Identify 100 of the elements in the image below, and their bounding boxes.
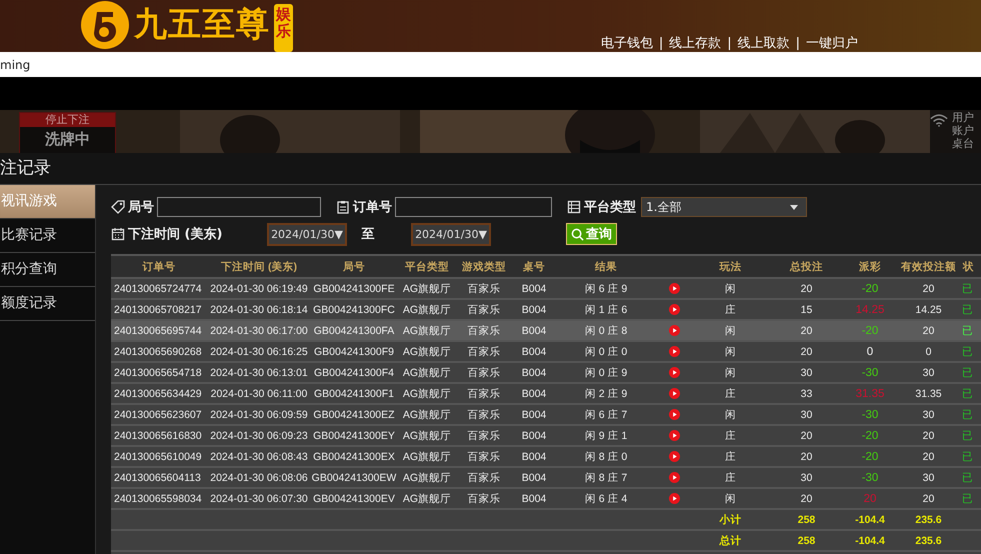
table-cell: -30 xyxy=(845,362,895,383)
table-cell: AG旗舰厅 xyxy=(397,362,457,383)
table-cell: 百家乐 xyxy=(457,488,511,509)
table-cell: 2024-01-30 06:19:49 xyxy=(207,278,311,299)
column-header: 下注时间 (美东) xyxy=(207,255,311,278)
sidebar-item[interactable]: 额度记录 xyxy=(0,287,95,321)
play-icon[interactable] xyxy=(668,388,680,399)
status-cell: 已 xyxy=(962,488,981,509)
table-cell: 20 xyxy=(768,278,845,299)
table-cell: 百家乐 xyxy=(457,446,511,467)
nav-link[interactable]: 电子钱包 xyxy=(600,36,653,52)
table-cell: GB004241300EW xyxy=(311,467,397,488)
table-cell: 15 xyxy=(768,299,845,320)
column-header: 玩法 xyxy=(693,255,768,278)
table-cell: 百家乐 xyxy=(457,278,511,299)
table-cell: AG旗舰厅 xyxy=(397,320,457,341)
table-cell: -20 xyxy=(845,320,895,341)
caret-icon xyxy=(790,204,798,210)
table-cell: B004 xyxy=(511,488,557,509)
table-cell: 2024-01-30 06:07:30 xyxy=(207,488,311,509)
tag-icon xyxy=(111,200,125,214)
shuffle-status: 洗牌中 xyxy=(44,129,91,150)
table-cell: AG旗舰厅 xyxy=(397,341,457,362)
table-cell: AG旗舰厅 xyxy=(397,383,457,404)
play-icon[interactable] xyxy=(668,325,680,336)
table-cell: 百家乐 xyxy=(457,425,511,446)
table-cell: 2024-01-30 06:17:00 xyxy=(207,320,311,341)
column-header: 总投注 xyxy=(768,255,845,278)
nav-link[interactable]: 一键归户 xyxy=(806,36,858,52)
table-cell: GB004241300EV xyxy=(311,488,397,509)
table-cell: 20 xyxy=(768,446,845,467)
table-cell: 百家乐 xyxy=(457,467,511,488)
play-icon[interactable] xyxy=(668,304,680,315)
table-cell: -30 xyxy=(845,404,895,425)
order-label: 订单号 xyxy=(353,199,392,216)
table-cell: 闲 6 庄 4 xyxy=(557,488,655,509)
column-header: 游戏类型 xyxy=(457,255,511,278)
status-cell: 已 xyxy=(962,341,981,362)
table-cell: 31.35 xyxy=(895,383,962,404)
column-header: 桌号 xyxy=(511,255,557,278)
table-cell: 百家乐 xyxy=(457,299,511,320)
brand-tag: 娱乐 xyxy=(274,4,293,52)
status-cell: 已 xyxy=(962,425,981,446)
table-cell: AG旗舰厅 xyxy=(397,425,457,446)
table-cell: 闲 6 庄 9 xyxy=(557,278,655,299)
table-cell: 闲 2 庄 9 xyxy=(557,383,655,404)
table-cell: 30 xyxy=(895,404,962,425)
round-input[interactable] xyxy=(157,197,321,217)
table-cell: 闲 xyxy=(693,362,768,383)
table-cell: 百家乐 xyxy=(457,383,511,404)
table-cell: AG旗舰厅 xyxy=(397,278,457,299)
nav-link[interactable]: 线上存款 xyxy=(669,36,722,52)
table-cell: B004 xyxy=(511,446,557,467)
table-cell: AG旗舰厅 xyxy=(397,404,457,425)
round-label: 局号 xyxy=(128,199,154,216)
table-cell: 240130065695744 xyxy=(111,320,207,341)
nav-link[interactable]: 线上取款 xyxy=(738,36,790,52)
play-icon[interactable] xyxy=(668,367,680,378)
table-cell: GB004241300FA xyxy=(311,320,397,341)
table-cell: GB004241300EZ xyxy=(311,404,397,425)
column-header: 有效投注额 xyxy=(895,255,962,278)
table-cell: 240130065616830 xyxy=(111,425,207,446)
table-cell: 闲 0 庄 8 xyxy=(557,320,655,341)
table-cell: B004 xyxy=(511,362,557,383)
to-label: 至 xyxy=(360,226,376,243)
status-cell: 已 xyxy=(962,446,981,467)
table-cell: 闲 xyxy=(693,488,768,509)
end-date-picker[interactable]: 2024/01/30▼ xyxy=(411,222,491,246)
play-icon[interactable] xyxy=(668,346,680,357)
sidebar-item[interactable]: 积分查询 xyxy=(0,253,95,287)
play-icon[interactable] xyxy=(668,283,680,294)
table-cell: 30 xyxy=(768,404,845,425)
table-cell: 闲 0 庄 0 xyxy=(557,341,655,362)
platform-select[interactable]: 1.全部 xyxy=(641,197,807,217)
total-cell: 235.6 xyxy=(895,530,962,551)
table-cell: AG旗舰厅 xyxy=(397,299,457,320)
table-cell: 2024-01-30 06:08:06 xyxy=(207,467,311,488)
order-input[interactable] xyxy=(395,197,552,217)
play-icon[interactable] xyxy=(668,451,680,462)
address-bar[interactable]: ming xyxy=(0,52,981,77)
table-cell: -20 xyxy=(845,425,895,446)
table-cell: 闲 xyxy=(693,404,768,425)
nav-separator: | xyxy=(796,36,800,52)
platform-label: 平台类型 xyxy=(584,199,636,216)
table-cell: 庄 xyxy=(693,446,768,467)
sidebar-item[interactable]: 比赛记录 xyxy=(0,219,95,253)
table-cell: 30 xyxy=(895,362,962,383)
table-cell: 0 xyxy=(845,341,895,362)
start-date-picker[interactable]: 2024/01/30▼ xyxy=(267,222,347,246)
status-cell: 已 xyxy=(962,362,981,383)
total-cell: 258 xyxy=(768,509,845,530)
search-icon xyxy=(571,228,584,240)
table-cell: B004 xyxy=(511,278,557,299)
play-icon[interactable] xyxy=(668,409,680,420)
table-cell: B004 xyxy=(511,383,557,404)
table-cell: 30 xyxy=(895,467,962,488)
status-cell: 已 xyxy=(962,383,981,404)
play-icon[interactable] xyxy=(668,430,680,441)
play-icon[interactable] xyxy=(668,472,680,483)
play-icon[interactable] xyxy=(668,493,680,504)
